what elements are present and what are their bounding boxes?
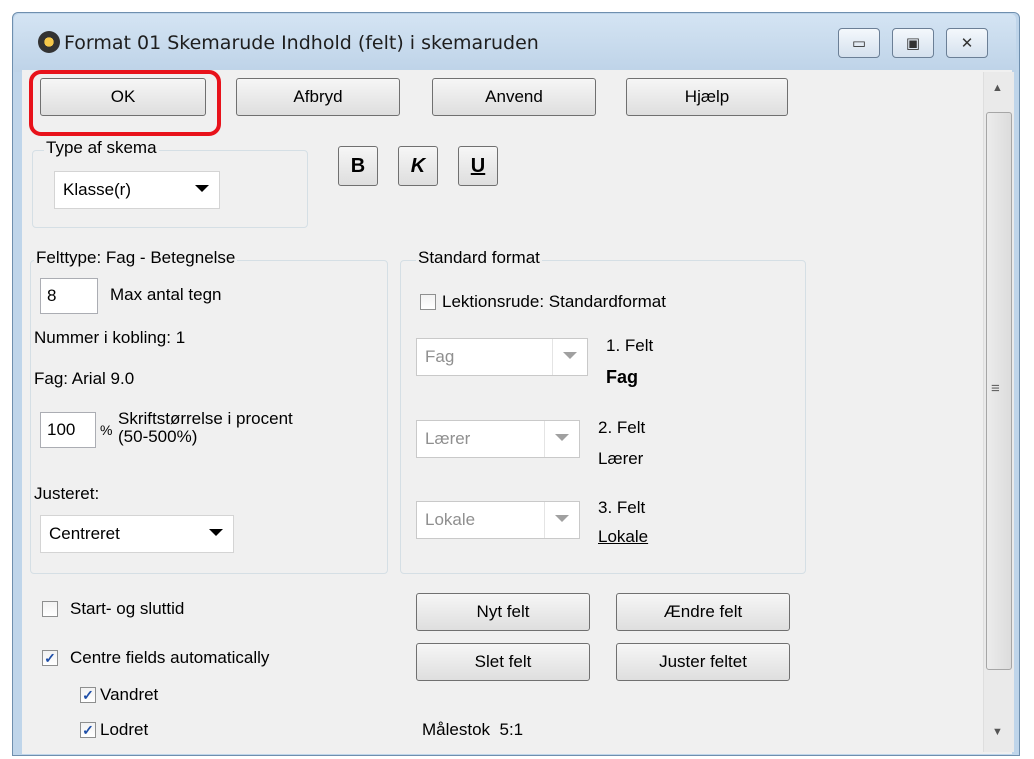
field1-title: 1. Felt [606, 336, 654, 355]
align-value: Centreret [49, 524, 120, 543]
vertical-label: Lodret [100, 720, 149, 739]
horizontal-checkbox[interactable]: ✓ [80, 687, 96, 703]
schedule-type-select[interactable]: Klasse(r) [54, 171, 220, 209]
new-field-button[interactable]: Nyt felt [416, 593, 590, 631]
vertical-checkbox[interactable]: ✓ [80, 722, 96, 738]
underline-button[interactable]: U [458, 146, 498, 186]
field-type-legend: Felttype: Fag - Betegnelse [34, 248, 238, 268]
bold-label: B [350, 154, 366, 177]
align-select[interactable]: Centreret [40, 515, 234, 553]
checkmark-icon: ✓ [82, 687, 94, 703]
scale-label: Målestok [422, 720, 491, 739]
app-clock-icon [38, 31, 60, 53]
max-chars-input[interactable]: 8 [40, 278, 98, 314]
font-size-value: 100 [47, 420, 76, 439]
lesson-cell-checkbox[interactable] [420, 294, 436, 310]
combo-separator [544, 421, 545, 457]
chevron-down-icon [195, 185, 209, 192]
checkmark-icon: ✓ [44, 650, 56, 666]
minimize-button[interactable]: ▭ [838, 28, 880, 58]
change-field-button[interactable]: Ændre felt [616, 593, 790, 631]
field3-select[interactable]: Lokale [416, 501, 580, 539]
field2-value: Lærer [425, 429, 471, 448]
help-button[interactable]: Hjælp [626, 78, 788, 116]
field1-select[interactable]: Fag [416, 338, 588, 376]
link-number-text: Nummer i kobling: 1 [34, 328, 186, 347]
chevron-down-icon [555, 515, 569, 522]
cancel-button[interactable]: Afbryd [236, 78, 400, 116]
schedule-type-legend: Type af skema [44, 138, 159, 158]
maximize-icon: ▣ [905, 34, 921, 52]
font-info-text: Fag: Arial 9.0 [34, 369, 135, 388]
italic-label: K [410, 154, 426, 177]
font-size-label: Skriftstørrelse i procent (50-500%) [118, 410, 293, 446]
window-title: Format 01 Skemarude Indhold (felt) i ske… [64, 32, 539, 54]
align-label: Justeret: [34, 484, 100, 503]
combo-separator [552, 339, 553, 375]
scale-text: Målestok 5:1 [422, 720, 523, 740]
percent-sign: % [100, 422, 113, 438]
scrollbar-grip-icon: ≡ [991, 380, 1000, 397]
field3-preview: Lokale [598, 527, 649, 546]
cancel-label: Afbryd [293, 87, 343, 106]
checkmark-icon: ✓ [82, 722, 94, 738]
delete-field-button[interactable]: Slet felt [416, 643, 590, 681]
scroll-up-icon[interactable]: ▲ [992, 82, 1003, 94]
field3-title: 3. Felt [598, 498, 646, 517]
field2-title: 2. Felt [598, 418, 646, 437]
new-field-label: Nyt felt [476, 602, 530, 621]
field1-preview: Fag [606, 367, 639, 387]
centre-fields-checkbox[interactable]: ✓ [42, 650, 58, 666]
max-chars-label: Max antal tegn [110, 285, 222, 304]
scale-value: 5:1 [499, 720, 524, 739]
centre-fields-label: Centre fields automatically [70, 648, 270, 667]
minimize-icon: ▭ [851, 34, 867, 52]
schedule-type-value: Klasse(r) [63, 180, 132, 199]
lesson-cell-label: Lektionsrude: Standardformat [442, 292, 666, 311]
chevron-down-icon [555, 434, 569, 441]
adjust-field-label: Juster feltet [659, 652, 747, 671]
delete-field-label: Slet felt [474, 652, 532, 671]
adjust-field-button[interactable]: Juster feltet [616, 643, 790, 681]
combo-separator [544, 502, 545, 538]
help-label: Hjælp [684, 87, 730, 106]
field3-value: Lokale [425, 510, 476, 529]
close-icon: ✕ [960, 34, 974, 52]
field2-select[interactable]: Lærer [416, 420, 580, 458]
underline-label: U [470, 154, 486, 177]
chevron-down-icon [209, 529, 223, 536]
chevron-down-icon [563, 352, 577, 359]
font-size-label-line1: Skriftstørrelse i procent [118, 409, 293, 428]
apply-label: Anvend [485, 87, 543, 106]
bold-button[interactable]: B [338, 146, 378, 186]
field2-preview: Lærer [598, 449, 644, 468]
scroll-down-icon[interactable]: ▼ [992, 726, 1003, 738]
font-size-input[interactable]: 100 [40, 412, 96, 448]
ok-button-highlight [29, 70, 221, 136]
italic-button[interactable]: K [398, 146, 438, 186]
max-chars-value: 8 [47, 286, 57, 305]
standard-format-legend: Standard format [416, 248, 542, 268]
apply-button[interactable]: Anvend [432, 78, 596, 116]
change-field-label: Ændre felt [663, 602, 743, 621]
close-button[interactable]: ✕ [946, 28, 988, 58]
field1-value: Fag [425, 347, 455, 366]
maximize-button[interactable]: ▣ [892, 28, 934, 58]
font-size-label-line2: (50-500%) [118, 427, 198, 446]
start-end-time-checkbox[interactable] [42, 601, 58, 617]
horizontal-label: Vandret [100, 685, 159, 704]
start-end-time-label: Start- og sluttid [70, 599, 185, 618]
